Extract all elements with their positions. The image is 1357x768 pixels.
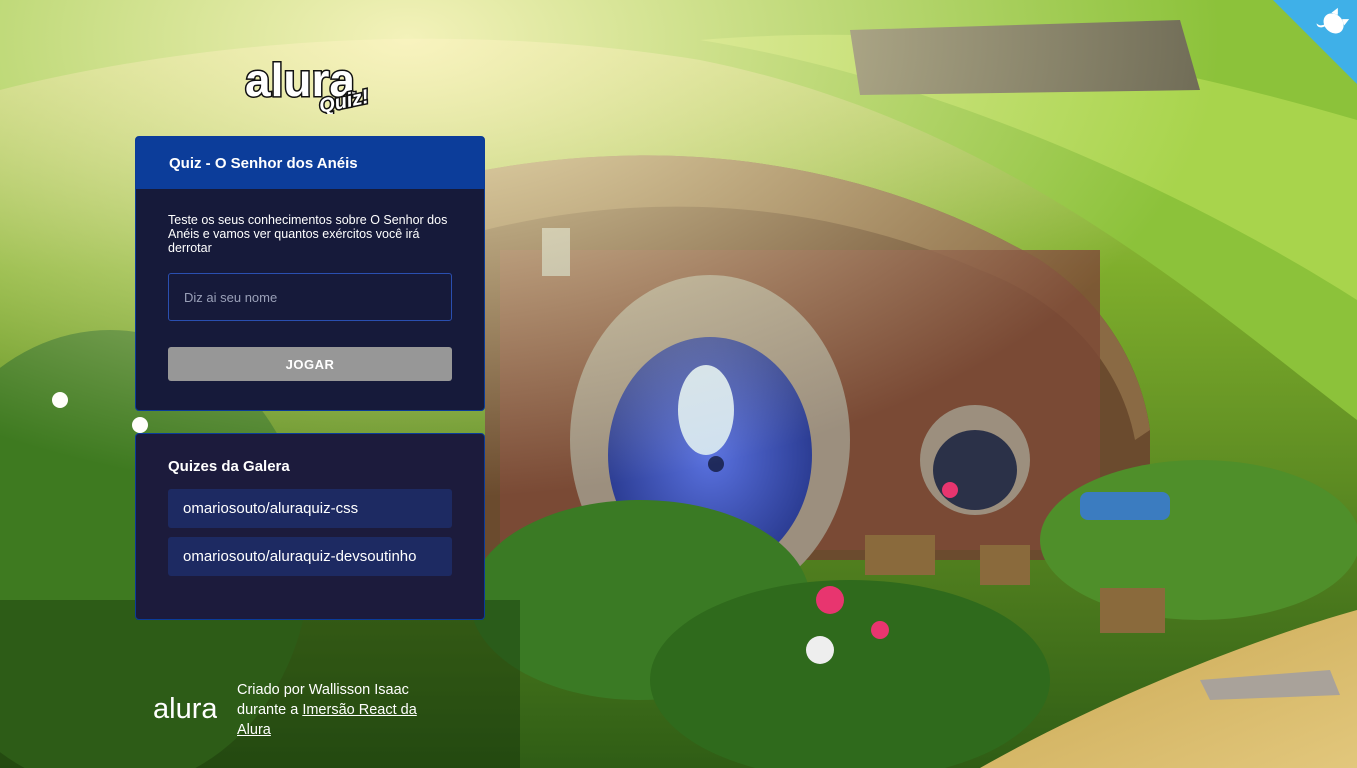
community-quiz-link[interactable]: omariosouto/aluraquiz-css — [168, 489, 452, 528]
community-quiz-link[interactable]: omariosouto/aluraquiz-devsoutinho — [168, 537, 452, 576]
footer-alura-logo[interactable]: alura — [153, 690, 218, 725]
alura-quiz-logo: alura Quiz! — [243, 44, 378, 120]
community-quizzes-title: Quizes da Galera — [168, 458, 290, 475]
name-input[interactable] — [168, 273, 452, 321]
footer-logo-word: alura — [153, 693, 217, 724]
github-octocat-icon — [1273, 0, 1357, 84]
quiz-widget-header: Quiz - O Senhor dos Anéis — [136, 137, 484, 189]
footer-credits: Criado por Wallisson Isaac durante a Ime… — [237, 680, 447, 740]
quiz-description: Teste os seus conhecimentos sobre O Senh… — [168, 213, 448, 255]
quiz-widget-content: Teste os seus conhecimentos sobre O Senh… — [136, 189, 484, 381]
quiz-title: Quiz - O Senhor dos Anéis — [169, 154, 358, 172]
community-quizzes-widget: Quizes da Galera omariosouto/aluraquiz-c… — [135, 433, 485, 620]
quiz-widget: Quiz - O Senhor dos Anéis Teste os seus … — [135, 136, 485, 411]
footer: alura Criado por Wallisson Isaac durante… — [153, 680, 453, 742]
github-corner[interactable] — [1273, 0, 1357, 84]
play-button[interactable]: JOGAR — [168, 347, 452, 381]
